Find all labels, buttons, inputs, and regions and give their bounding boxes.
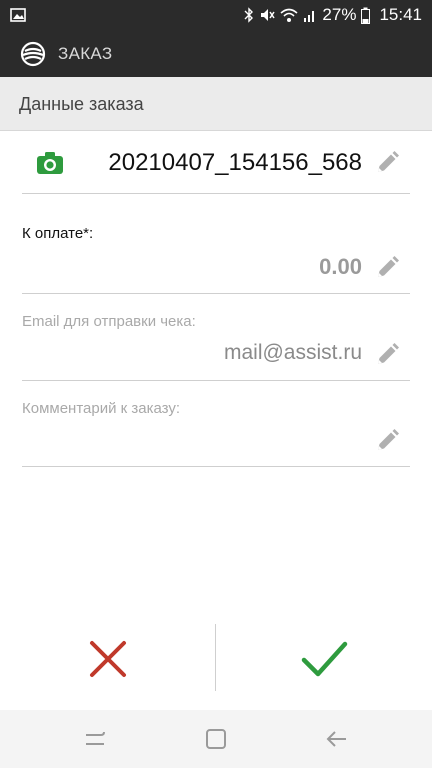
pencil-icon[interactable] — [374, 150, 400, 176]
action-bar — [0, 620, 432, 710]
email-value[interactable]: mail@assist.ru — [224, 341, 362, 365]
status-bar: 27% 15:41 — [0, 0, 432, 30]
section-title: Данные заказа — [19, 94, 144, 114]
email-field[interactable]: mail@assist.ru — [22, 327, 410, 381]
check-icon — [301, 641, 348, 677]
gallery-notification-icon — [10, 8, 26, 22]
battery-percent: 27% — [322, 5, 357, 24]
cancel-button[interactable] — [60, 630, 156, 690]
comment-field[interactable] — [22, 414, 410, 467]
battery-icon — [361, 7, 371, 24]
amount-value[interactable]: 0.00 — [319, 254, 362, 280]
navigation-bar — [0, 710, 432, 768]
back-icon[interactable] — [322, 724, 352, 754]
section-header: Данные заказа — [0, 77, 432, 131]
amount-field[interactable]: 0.00 — [22, 240, 410, 294]
order-number-row: 20210407_154156_568 — [22, 131, 410, 194]
app-logo-icon — [20, 41, 46, 67]
app-bar: ЗАКАЗ — [0, 30, 432, 77]
pencil-icon[interactable] — [374, 255, 400, 281]
home-icon[interactable] — [201, 724, 231, 754]
recent-apps-icon[interactable] — [80, 724, 110, 754]
signal-icon — [304, 11, 315, 22]
camera-icon[interactable] — [36, 151, 64, 175]
clock: 15:41 — [379, 5, 422, 24]
pencil-icon[interactable] — [374, 428, 400, 454]
order-number-value[interactable]: 20210407_154156_568 — [108, 131, 362, 194]
app-title: ЗАКАЗ — [58, 44, 113, 63]
divider — [215, 624, 216, 691]
mute-icon — [261, 9, 276, 21]
confirm-button[interactable] — [276, 630, 372, 690]
close-icon — [90, 641, 126, 677]
pencil-icon[interactable] — [374, 342, 400, 368]
bluetooth-icon — [244, 7, 254, 23]
wifi-icon — [280, 8, 298, 22]
